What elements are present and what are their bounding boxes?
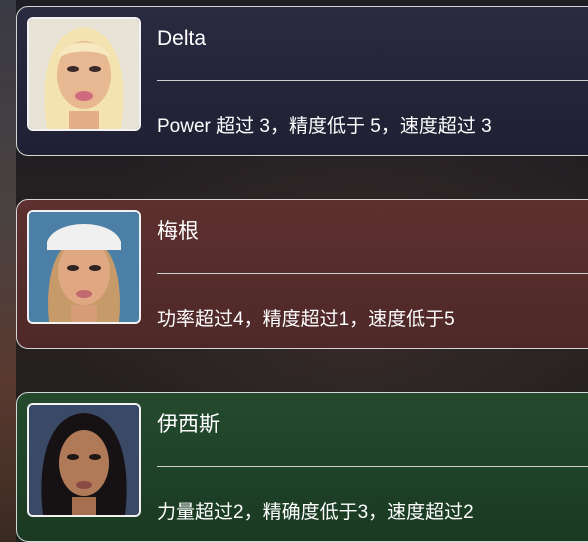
character-card-megan[interactable]: 梅根 功率超过4，精度超过1，速度低于5 <box>16 199 588 349</box>
avatar <box>27 403 141 517</box>
divider <box>157 273 588 274</box>
divider <box>157 80 588 81</box>
character-card-delta[interactable]: Delta Power 超过 3，精度低于 5，速度超过 3 <box>16 6 588 156</box>
background-strip <box>0 0 16 542</box>
character-description: Power 超过 3，精度低于 5，速度超过 3 <box>157 116 492 137</box>
avatar <box>27 17 141 131</box>
avatar-portrait-image <box>29 212 139 322</box>
character-name: Delta <box>157 27 207 50</box>
character-card-isis[interactable]: 伊西斯 力量超过2，精确度低于3，速度超过2 <box>16 392 588 542</box>
avatar-portrait-image <box>29 405 139 515</box>
divider <box>157 466 588 467</box>
avatar <box>27 210 141 324</box>
character-name: 伊西斯 <box>157 413 220 436</box>
character-name: 梅根 <box>157 220 199 243</box>
avatar-portrait-image <box>29 19 139 129</box>
character-description: 功率超过4，精度超过1，速度低于5 <box>157 309 455 330</box>
character-description: 力量超过2，精确度低于3，速度超过2 <box>157 502 474 523</box>
